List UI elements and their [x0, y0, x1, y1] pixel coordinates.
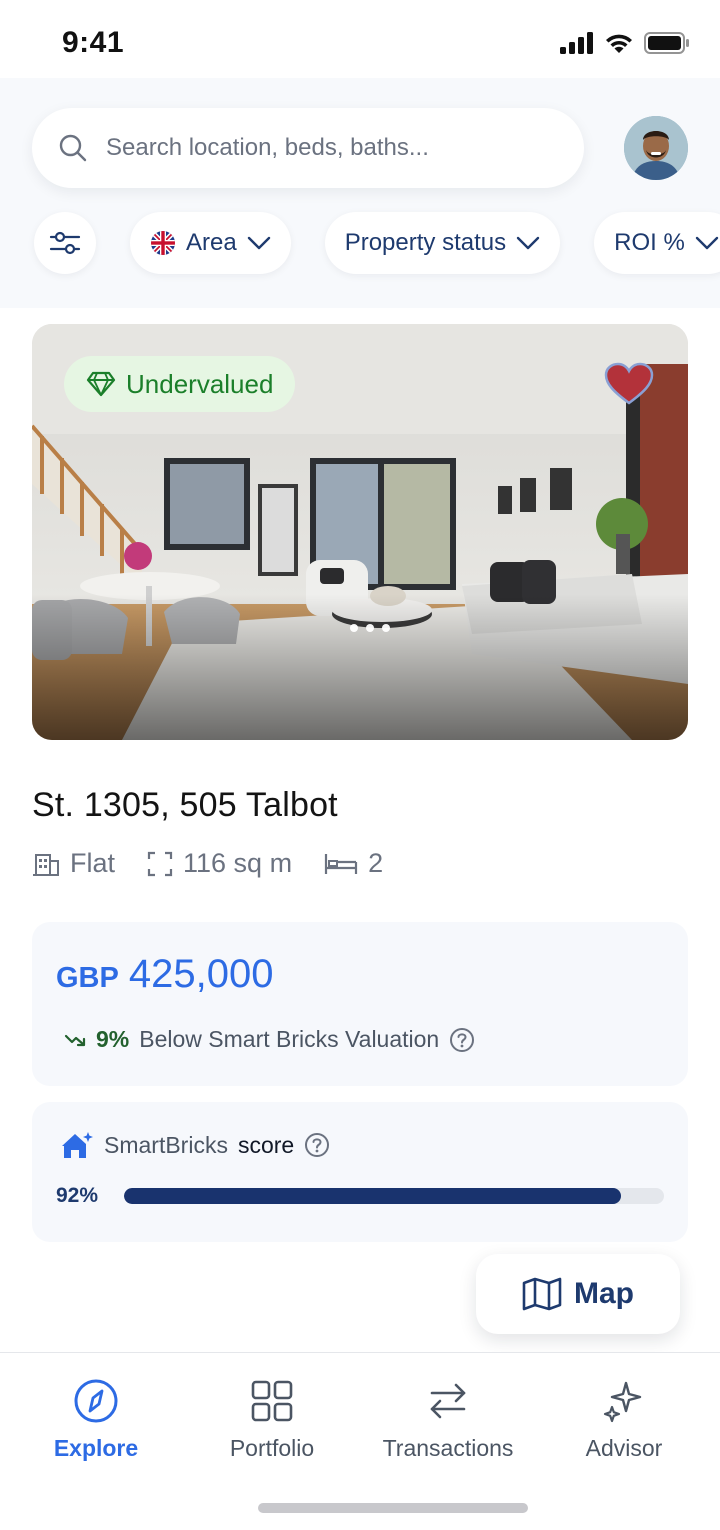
- property-type: Flat: [70, 848, 116, 878]
- nav-explore[interactable]: Explore: [6, 1377, 186, 1462]
- score-row: 92%: [56, 1184, 664, 1208]
- filter-bar: Area Property status ROI %: [34, 212, 720, 276]
- nav-transactions[interactable]: Transactions: [358, 1377, 538, 1462]
- score-progress-bar: [124, 1188, 664, 1204]
- area-expand-icon: [147, 851, 173, 876]
- search-input[interactable]: Search location, beds, baths...: [32, 108, 584, 188]
- property-title: St. 1305, 505 Talbot: [32, 786, 338, 824]
- filter-area-label: Area: [186, 229, 237, 256]
- avatar[interactable]: [624, 116, 688, 180]
- help-icon[interactable]: [304, 1132, 330, 1158]
- score-progress-fill: [124, 1188, 621, 1204]
- price-value: 425,000: [128, 952, 274, 996]
- price-panel: GBP 425,000 9% Below Smart Bricks Valuat…: [32, 922, 688, 1086]
- wifi-icon: [606, 34, 632, 53]
- map-button-label: Map: [574, 1277, 634, 1310]
- heart-icon: [604, 362, 654, 405]
- listing-card[interactable]: Undervalued St. 1305, 505 Talbot Flat 11…: [32, 324, 688, 1254]
- nav-advisor-label: Advisor: [585, 1435, 663, 1461]
- pagination-dot: [382, 624, 390, 632]
- battery-icon: [644, 32, 689, 54]
- property-meta: Flat 116 sq m 2: [32, 848, 383, 879]
- swap-arrows-icon: [430, 1383, 466, 1419]
- status-bar: 9:41: [0, 0, 720, 90]
- help-icon[interactable]: [449, 1027, 475, 1053]
- photo-pagination[interactable]: [350, 624, 390, 632]
- badge-label: Undervalued: [126, 368, 274, 399]
- building-icon: [33, 853, 59, 876]
- trend-down-icon: [64, 1034, 86, 1046]
- filter-roi[interactable]: ROI %: [594, 212, 720, 274]
- filter-property-status-label: Property status: [344, 229, 507, 256]
- listing-photo[interactable]: Undervalued: [32, 324, 688, 740]
- home-indicator[interactable]: [258, 1503, 528, 1513]
- undervalued-badge: Undervalued: [64, 356, 296, 412]
- avatar-image: [624, 116, 688, 180]
- status-icons: [560, 32, 690, 54]
- map-button[interactable]: Map: [476, 1254, 680, 1334]
- sliders-icon: [49, 231, 81, 255]
- price: GBP 425,000: [56, 952, 273, 997]
- diamond-icon: [86, 371, 116, 397]
- bed-icon: [324, 853, 358, 874]
- signal-icon: [560, 32, 593, 54]
- nav-portfolio[interactable]: Portfolio: [182, 1377, 362, 1462]
- search-placeholder: Search location, beds, baths...: [106, 134, 429, 161]
- property-bedrooms: 2: [368, 848, 384, 878]
- property-area: 116 sq m: [183, 848, 293, 878]
- filter-settings-button[interactable]: [34, 212, 96, 274]
- favorite-button[interactable]: [604, 362, 654, 411]
- price-currency: GBP: [56, 962, 119, 994]
- map-icon: [522, 1277, 562, 1311]
- score-header: SmartBricks score: [60, 1130, 330, 1160]
- score-percent: 92%: [56, 1184, 99, 1207]
- nav-explore-label: Explore: [53, 1435, 139, 1461]
- filter-roi-label: ROI %: [614, 229, 685, 256]
- valuation-row: 9% Below Smart Bricks Valuation: [64, 1026, 475, 1053]
- uk-flag-icon: [151, 231, 175, 255]
- pagination-dot: [366, 624, 374, 632]
- score-label: score: [237, 1131, 295, 1158]
- chevron-down-icon: [247, 236, 270, 250]
- compass-icon: [74, 1379, 118, 1423]
- chevron-down-icon: [695, 236, 718, 250]
- pagination-dot: [350, 624, 358, 632]
- chevron-down-icon: [516, 236, 540, 250]
- valuation-percent: 9%: [96, 1026, 130, 1052]
- sparkles-icon: [603, 1381, 642, 1423]
- smart-home-icon: [62, 1132, 93, 1158]
- nav-transactions-label: Transactions: [382, 1435, 514, 1461]
- score-panel: SmartBricks score 92%: [32, 1102, 688, 1242]
- status-time: 9:41: [62, 26, 125, 59]
- filter-property-status[interactable]: Property status: [324, 212, 561, 274]
- header: Search location, beds, baths... Area Pro…: [0, 78, 720, 308]
- search-icon: [59, 134, 87, 162]
- score-brand: SmartBricks: [104, 1131, 228, 1158]
- filter-area[interactable]: Area: [130, 212, 291, 274]
- valuation-text: Below Smart Bricks Valuation: [139, 1026, 440, 1052]
- grid-icon: [251, 1380, 293, 1422]
- nav-portfolio-label: Portfolio: [229, 1435, 315, 1461]
- nav-advisor[interactable]: Advisor: [534, 1377, 714, 1462]
